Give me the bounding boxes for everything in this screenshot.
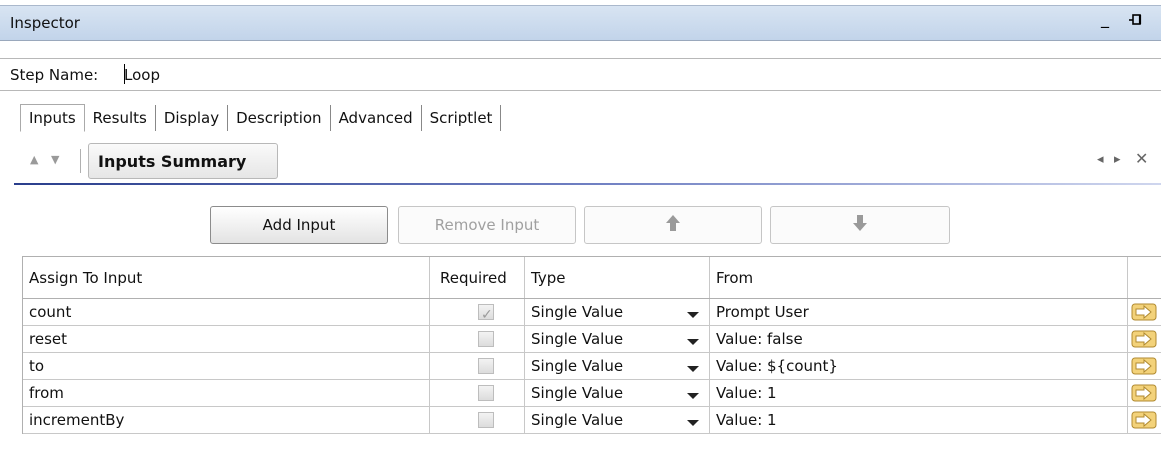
table-row[interactable]: to Single Value Value: ${count}: [23, 353, 1161, 380]
header-type[interactable]: Type: [525, 257, 710, 298]
scroll-right-icon[interactable]: ▸: [1114, 152, 1121, 167]
dropdown-arrow-icon[interactable]: [687, 393, 699, 399]
separator: [80, 149, 81, 173]
assign-arrow-icon[interactable]: [1131, 303, 1157, 321]
required-cell: [430, 380, 525, 406]
type-value: Single Value: [531, 330, 624, 348]
required-checkbox[interactable]: [478, 385, 494, 401]
from-value[interactable]: Value: false: [710, 326, 1128, 352]
required-checkbox[interactable]: ✓: [478, 304, 494, 323]
assign-arrow-icon[interactable]: [1131, 384, 1157, 402]
table-header: Assign To Input Required Type From: [23, 257, 1161, 299]
assign-arrow-icon[interactable]: [1131, 411, 1157, 429]
type-value: Single Value: [531, 357, 624, 375]
tab-scriptlet[interactable]: Scriptlet: [422, 105, 502, 131]
step-name-label: Step Name:: [10, 66, 99, 84]
assign-arrow-icon[interactable]: [1131, 357, 1157, 375]
arrow-down-icon: [853, 215, 867, 231]
minimize-button[interactable]: _: [1101, 9, 1109, 28]
step-name-row: Step Name: Loop: [0, 58, 1161, 91]
required-cell: ✓: [430, 299, 525, 325]
from-value[interactable]: Value: ${count}: [710, 353, 1128, 379]
tab-advanced[interactable]: Advanced: [331, 105, 422, 131]
close-icon[interactable]: ✕: [1135, 149, 1148, 168]
table-row[interactable]: reset Single Value Value: false: [23, 326, 1161, 353]
step-name-input[interactable]: Loop: [124, 66, 160, 84]
window-title: Inspector: [10, 14, 80, 32]
remove-input-button[interactable]: Remove Input: [398, 206, 576, 244]
header-spacer: [1128, 257, 1161, 298]
header-from[interactable]: From: [710, 257, 1128, 298]
from-value[interactable]: Prompt User: [710, 299, 1128, 325]
table-row[interactable]: incrementBy Single Value Value: 1: [23, 407, 1161, 434]
inspector-titlebar: Inspector _: [0, 5, 1161, 41]
assign-arrow-icon[interactable]: [1131, 330, 1157, 348]
add-input-button[interactable]: Add Input: [210, 206, 388, 244]
checkmark-icon: ✓: [481, 307, 493, 323]
assign-cell: [1128, 407, 1161, 433]
required-checkbox[interactable]: [478, 412, 494, 428]
type-select[interactable]: Single Value: [525, 407, 710, 433]
text-caret: [124, 64, 125, 84]
input-name[interactable]: reset: [23, 326, 430, 352]
type-value: Single Value: [531, 384, 624, 402]
header-required[interactable]: Required: [430, 257, 525, 298]
type-select[interactable]: Single Value: [525, 326, 710, 352]
required-checkbox[interactable]: [478, 331, 494, 347]
arrow-up-icon: [666, 215, 680, 231]
tab-description[interactable]: Description: [228, 105, 331, 131]
input-name[interactable]: to: [23, 353, 430, 379]
type-select[interactable]: Single Value: [525, 353, 710, 379]
scroll-up-icon[interactable]: ▲: [30, 153, 38, 166]
move-up-button[interactable]: [584, 206, 762, 244]
table-row[interactable]: count ✓ Single Value Prompt User: [23, 299, 1161, 326]
inputs-table: Assign To Input Required Type From count…: [22, 256, 1161, 434]
pin-icon[interactable]: [1127, 12, 1145, 30]
tab-results[interactable]: Results: [85, 105, 156, 131]
scroll-down-icon[interactable]: ▼: [51, 153, 59, 166]
required-cell: [430, 326, 525, 352]
type-value: Single Value: [531, 411, 624, 429]
input-name[interactable]: from: [23, 380, 430, 406]
tab-display[interactable]: Display: [156, 105, 229, 131]
input-name[interactable]: count: [23, 299, 430, 325]
header-assign-to-input[interactable]: Assign To Input: [23, 257, 430, 298]
type-select[interactable]: Single Value: [525, 380, 710, 406]
inputs-summary-tab[interactable]: Inputs Summary: [88, 143, 278, 179]
dropdown-arrow-icon[interactable]: [687, 339, 699, 345]
dropdown-arrow-icon[interactable]: [687, 312, 699, 318]
summary-bar: ▲ ▼ Inputs Summary ◂ ▸ ✕: [14, 143, 1161, 183]
tab-inputs[interactable]: Inputs: [20, 104, 85, 132]
accent-line: [14, 183, 1161, 185]
assign-cell: [1128, 299, 1161, 325]
scroll-left-icon[interactable]: ◂: [1097, 152, 1104, 167]
assign-cell: [1128, 353, 1161, 379]
dropdown-arrow-icon[interactable]: [687, 366, 699, 372]
table-row[interactable]: from Single Value Value: 1: [23, 380, 1161, 407]
assign-cell: [1128, 326, 1161, 352]
required-checkbox[interactable]: [478, 358, 494, 374]
dropdown-arrow-icon[interactable]: [687, 420, 699, 426]
from-value[interactable]: Value: 1: [710, 380, 1128, 406]
type-select[interactable]: Single Value: [525, 299, 710, 325]
move-down-button[interactable]: [770, 206, 950, 244]
from-value[interactable]: Value: 1: [710, 407, 1128, 433]
inspector-tabs: Inputs Results Display Description Advan…: [20, 103, 502, 133]
assign-cell: [1128, 380, 1161, 406]
required-cell: [430, 407, 525, 433]
input-name[interactable]: incrementBy: [23, 407, 430, 433]
type-value: Single Value: [531, 303, 624, 321]
required-cell: [430, 353, 525, 379]
